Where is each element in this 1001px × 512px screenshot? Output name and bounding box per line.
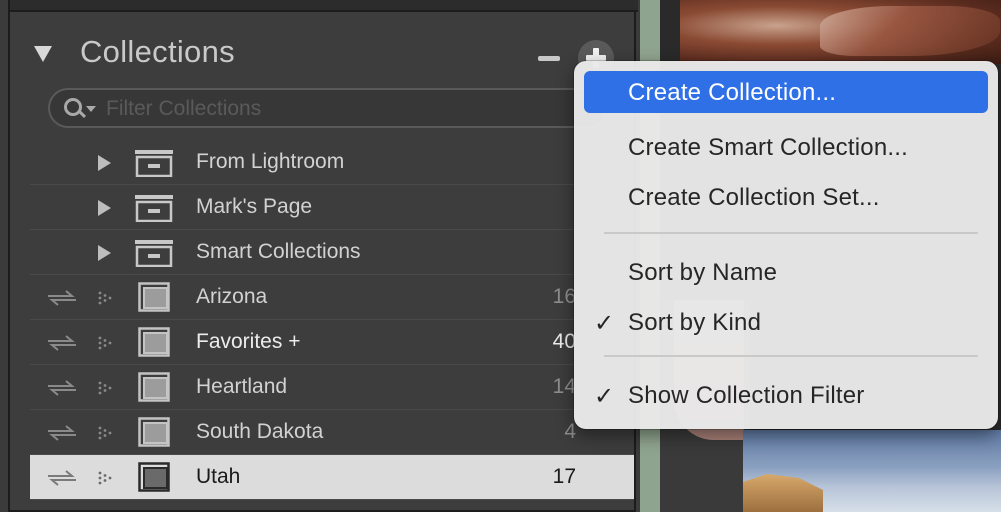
target-collection-icon[interactable] xyxy=(98,426,112,440)
collection-label: South Dakota xyxy=(196,420,324,443)
sync-icon[interactable] xyxy=(46,379,78,397)
photo-thumbnail-top[interactable] xyxy=(680,0,1001,64)
menu-item-show-collection-filter[interactable]: ✓ Show Collection Filter xyxy=(584,374,988,416)
collections-panel: Collections From Lightroom xyxy=(0,0,640,512)
photo-thumbnail-bottom[interactable] xyxy=(743,430,1001,512)
target-collection-icon[interactable] xyxy=(98,381,112,395)
collection-icon xyxy=(138,282,170,312)
collection-set-label: Smart Collections xyxy=(196,240,361,263)
collections-panel-frame: Collections From Lightroom xyxy=(8,0,638,512)
collection-set-row[interactable]: From Lightroom xyxy=(30,140,634,185)
search-icon[interactable] xyxy=(64,98,82,116)
collection-label: Heartland xyxy=(196,375,288,398)
collection-label: Favorites + xyxy=(196,330,301,353)
collection-row[interactable]: South Dakota 4 xyxy=(30,410,634,455)
menu-item-label: Sort by Name xyxy=(628,259,778,286)
collections-list: From Lightroom Mark's Page Smart Collect… xyxy=(30,140,634,500)
collection-row[interactable]: Heartland 14 xyxy=(30,365,634,410)
collection-set-icon xyxy=(135,195,173,222)
expand-triangle-icon[interactable] xyxy=(98,245,111,261)
checkmark-icon: ✓ xyxy=(594,383,615,410)
collection-row-selected[interactable]: Utah 17 xyxy=(30,455,634,500)
sync-icon[interactable] xyxy=(46,334,78,352)
sync-icon[interactable] xyxy=(46,469,78,487)
collection-set-row[interactable]: Mark's Page xyxy=(30,185,634,230)
photo-count: 14 xyxy=(552,375,576,398)
collection-icon xyxy=(138,462,170,492)
menu-item-label: Create Collection... xyxy=(628,79,837,106)
chevron-down-icon[interactable] xyxy=(86,106,96,112)
filter-collections-input[interactable] xyxy=(106,96,586,122)
expand-triangle-icon[interactable] xyxy=(98,200,111,216)
photo-count: 40 xyxy=(552,330,576,353)
sync-icon[interactable] xyxy=(46,289,78,307)
filter-collections-box[interactable] xyxy=(48,88,608,128)
target-collection-icon[interactable] xyxy=(98,336,112,350)
add-collection-menu: Create Collection... Create Smart Collec… xyxy=(574,61,998,429)
menu-item-label: Create Smart Collection... xyxy=(628,134,908,161)
collection-row[interactable]: Arizona 16 xyxy=(30,275,634,320)
collection-set-icon xyxy=(135,150,173,177)
collection-set-icon xyxy=(135,240,173,267)
collection-row[interactable]: Favorites + 40 xyxy=(30,320,634,365)
menu-item-sort-by-name[interactable]: Sort by Name xyxy=(584,251,988,293)
collection-icon xyxy=(138,372,170,402)
sync-icon[interactable] xyxy=(46,424,78,442)
remove-collection-button[interactable] xyxy=(538,56,560,61)
photo-count: 16 xyxy=(552,285,576,308)
menu-separator xyxy=(604,355,978,357)
target-collection-icon[interactable] xyxy=(98,291,112,305)
photo-count: 4 xyxy=(564,420,576,443)
menu-item-sort-by-kind[interactable]: ✓ Sort by Kind xyxy=(584,301,988,343)
collection-icon xyxy=(138,417,170,447)
collection-set-label: From Lightroom xyxy=(196,150,345,173)
expand-triangle-icon[interactable] xyxy=(98,155,111,171)
collection-set-row[interactable]: Smart Collections xyxy=(30,230,634,275)
panel-top-strip xyxy=(10,0,638,12)
menu-item-create-collection[interactable]: Create Collection... xyxy=(584,71,988,113)
collection-label: Arizona xyxy=(196,285,268,308)
photo-count: 17 xyxy=(552,465,576,488)
collection-label: Utah xyxy=(196,465,241,488)
menu-item-create-collection-set[interactable]: Create Collection Set... xyxy=(584,176,988,218)
panel-title: Collections xyxy=(80,34,235,69)
menu-separator xyxy=(604,232,978,234)
collapse-triangle-icon[interactable] xyxy=(34,46,52,62)
collection-set-label: Mark's Page xyxy=(196,195,313,218)
menu-item-label: Sort by Kind xyxy=(628,309,762,336)
menu-item-label: Create Collection Set... xyxy=(628,184,880,211)
menu-item-label: Show Collection Filter xyxy=(628,382,865,409)
menu-item-create-smart-collection[interactable]: Create Smart Collection... xyxy=(584,126,988,168)
checkmark-icon: ✓ xyxy=(594,310,615,337)
target-collection-icon[interactable] xyxy=(98,471,112,485)
collection-icon xyxy=(138,327,170,357)
panel-header[interactable]: Collections xyxy=(10,14,638,80)
